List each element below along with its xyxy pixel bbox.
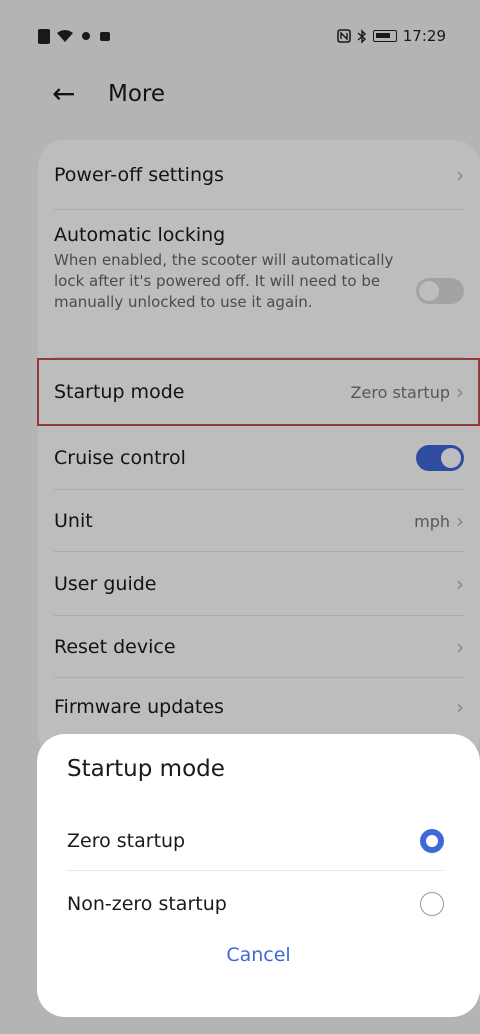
option-label: Zero startup [67, 830, 186, 852]
sheet-title: Startup mode [67, 756, 225, 782]
startup-mode-sheet: Startup mode Zero startup Non-zero start… [37, 734, 480, 1017]
divider [67, 870, 444, 871]
option-label: Non-zero startup [67, 893, 227, 915]
option-zero-startup[interactable]: Zero startup [37, 812, 480, 870]
radio-selected-icon[interactable] [420, 829, 444, 853]
option-non-zero-startup[interactable]: Non-zero startup [37, 875, 480, 933]
radio-unselected-icon[interactable] [420, 892, 444, 916]
cancel-button[interactable]: Cancel [37, 944, 480, 966]
